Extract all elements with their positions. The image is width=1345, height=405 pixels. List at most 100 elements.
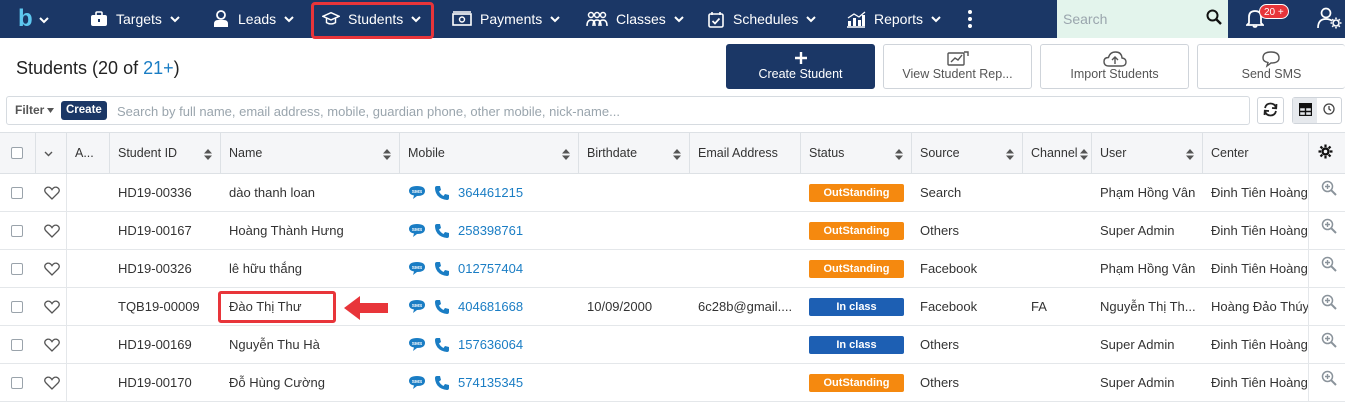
sort-icon (1006, 149, 1014, 160)
mobile-cell: SMS 364461215 (400, 174, 579, 211)
favorite-button[interactable] (36, 174, 67, 211)
mobile-number[interactable]: 364461215 (458, 185, 523, 200)
favorite-button[interactable] (36, 212, 67, 249)
mobile-number[interactable]: 404681668 (458, 299, 523, 314)
row-checkbox[interactable] (11, 376, 23, 389)
phone-icon[interactable] (434, 299, 454, 315)
total-count-link[interactable]: 21+ (143, 58, 174, 78)
heart-icon (44, 375, 60, 390)
phone-icon[interactable] (434, 337, 454, 353)
user-link[interactable]: Phạm Hồng Vân (1092, 250, 1203, 287)
favorite-button[interactable] (36, 288, 67, 325)
sms-icon[interactable]: SMS (408, 337, 430, 352)
row-checkbox[interactable] (11, 262, 23, 275)
quick-view-button[interactable] (1309, 250, 1345, 287)
col-header-mobile[interactable]: Mobile (400, 133, 579, 173)
nav-classes[interactable]: Classes (586, 0, 684, 38)
nav-payments[interactable]: Payments (452, 0, 560, 38)
quick-view-button[interactable] (1309, 288, 1345, 325)
brand-menu[interactable]: b (18, 7, 64, 31)
quick-view-button[interactable] (1309, 364, 1345, 401)
student-name-link[interactable]: Đỗ Hùng Cường (221, 364, 400, 401)
sms-icon[interactable]: SMS (408, 185, 430, 200)
col-header-status[interactable]: Status (801, 133, 912, 173)
email-cell[interactable]: 6c28b@gmail.... (690, 288, 801, 325)
refresh-button[interactable] (1257, 97, 1284, 124)
user-link[interactable]: Super Admin (1092, 326, 1203, 363)
student-search-input[interactable] (117, 101, 1237, 121)
phone-icon[interactable] (434, 223, 454, 239)
email-cell[interactable] (690, 364, 801, 401)
nav-leads[interactable]: Leads (212, 0, 294, 38)
email-cell[interactable] (690, 326, 801, 363)
col-header-a[interactable]: A... (67, 133, 110, 173)
quick-view-button[interactable] (1309, 326, 1345, 363)
import-students-button[interactable]: Import Students (1040, 44, 1189, 89)
sms-icon[interactable]: SMS (408, 299, 430, 314)
view-student-report-button[interactable]: View Student Rep... (883, 44, 1032, 89)
grid-view-button[interactable] (1293, 98, 1317, 123)
student-name-link[interactable]: dào thanh loan (221, 174, 400, 211)
phone-icon[interactable] (434, 261, 454, 277)
send-sms-button[interactable]: Send SMS (1197, 44, 1345, 89)
col-header-channel[interactable]: Channel (1023, 133, 1092, 173)
col-header-email[interactable]: Email Address (690, 133, 801, 173)
more-menu-icon[interactable] (966, 10, 974, 28)
create-filter-button[interactable]: Create (61, 101, 107, 120)
mobile-number[interactable]: 157636064 (458, 337, 523, 352)
favorite-button[interactable] (36, 364, 67, 401)
col-header-student-id[interactable]: Student ID (110, 133, 221, 173)
col-header-name[interactable]: Name (221, 133, 400, 173)
col-header-center[interactable]: Center (1203, 133, 1309, 173)
quick-view-button[interactable] (1309, 174, 1345, 211)
search-icon[interactable] (1206, 9, 1222, 28)
global-search-input[interactable] (1063, 8, 1203, 30)
select-menu-cell[interactable] (36, 133, 67, 173)
student-name-link[interactable]: lê hữu thắng (221, 250, 400, 287)
user-link[interactable]: Phạm Hồng Vân (1092, 174, 1203, 211)
sms-icon[interactable]: SMS (408, 223, 430, 238)
global-search (1057, 0, 1228, 38)
row-checkbox[interactable] (11, 224, 23, 237)
mobile-number[interactable]: 574135345 (458, 375, 523, 390)
email-cell[interactable] (690, 174, 801, 211)
row-checkbox[interactable] (11, 300, 23, 313)
sms-icon[interactable]: SMS (408, 261, 430, 276)
col-header-source[interactable]: Source (912, 133, 1023, 173)
nav-reports[interactable]: Reports (846, 0, 941, 38)
user-settings-icon[interactable] (1317, 7, 1343, 32)
row-checkbox[interactable] (11, 338, 23, 351)
nav-schedules[interactable]: Schedules (707, 0, 817, 38)
create-student-button[interactable]: Create Student (726, 44, 875, 89)
favorite-button[interactable] (36, 250, 67, 287)
col-header-birthdate-label: Birthdate (587, 146, 638, 160)
timeline-view-button[interactable] (1317, 98, 1341, 123)
sms-icon[interactable]: SMS (408, 375, 430, 390)
filter-dropdown[interactable]: Filter (15, 103, 55, 117)
chat-bubbles-icon (1261, 51, 1283, 71)
student-name-link[interactable]: Hoàng Thành Hưng (221, 212, 400, 249)
nav-targets[interactable]: Targets (90, 0, 180, 38)
select-all-checkbox[interactable] (11, 147, 23, 159)
col-header-user[interactable]: User (1092, 133, 1203, 173)
chevron-down-icon (170, 15, 180, 23)
user-link[interactable]: Nguyễn Thị Th... (1092, 288, 1203, 325)
mobile-number[interactable]: 258398761 (458, 223, 523, 238)
quick-view-button[interactable] (1309, 212, 1345, 249)
user-link[interactable]: Super Admin (1092, 364, 1203, 401)
phone-icon[interactable] (434, 375, 454, 391)
column-settings-button[interactable] (1309, 133, 1345, 173)
chevron-down-icon (550, 15, 560, 23)
nav-students[interactable]: Students (322, 0, 421, 38)
email-cell[interactable] (690, 212, 801, 249)
favorite-button[interactable] (36, 326, 67, 363)
user-link[interactable]: Super Admin (1092, 212, 1203, 249)
status-cell: In class (801, 326, 912, 363)
student-name-link[interactable]: Nguyễn Thu Hà (221, 326, 400, 363)
phone-icon[interactable] (434, 185, 454, 201)
col-header-birthdate[interactable]: Birthdate (579, 133, 690, 173)
mobile-number[interactable]: 012757404 (458, 261, 523, 276)
row-checkbox[interactable] (11, 186, 23, 199)
email-cell[interactable] (690, 250, 801, 287)
col-header-student-id-label: Student ID (118, 146, 178, 160)
